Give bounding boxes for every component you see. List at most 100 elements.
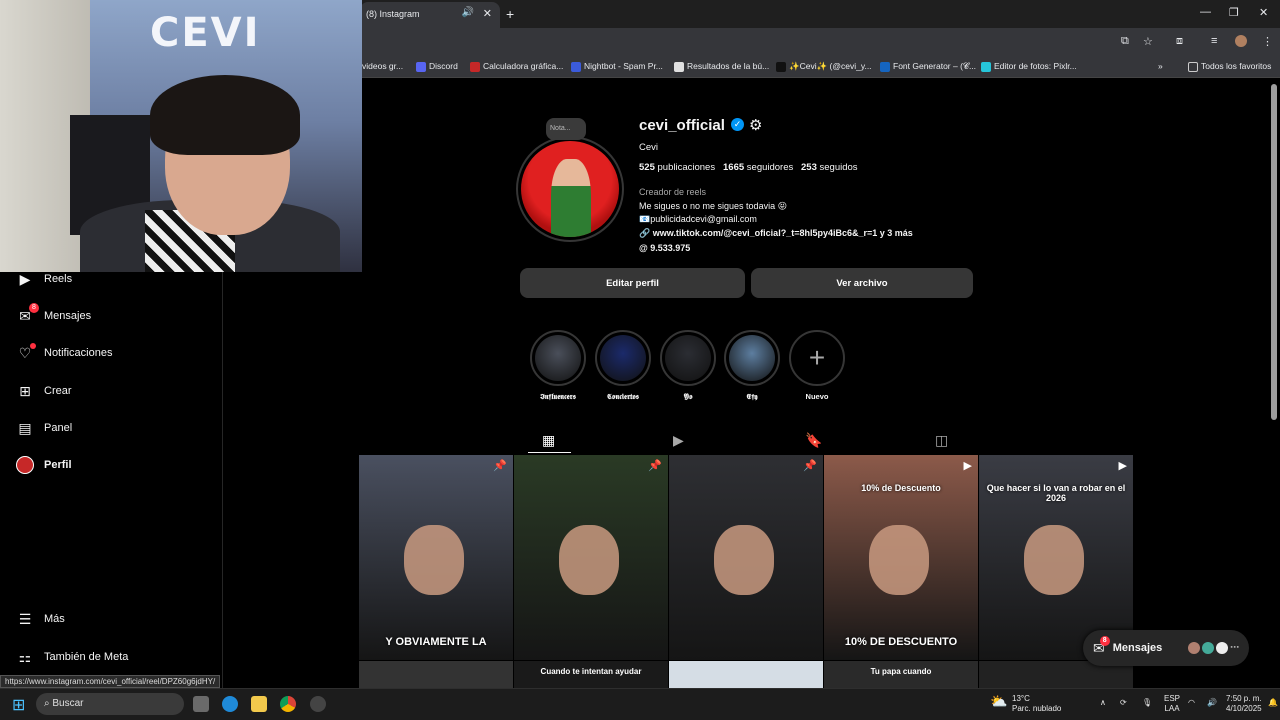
heart-icon: ♡ — [16, 343, 36, 362]
message-avatars: ⋯ — [1188, 642, 1239, 654]
followers-count[interactable]: 1665 seguidores — [723, 162, 793, 173]
tab-reels-icon[interactable]: ▶ — [673, 432, 684, 449]
edge-icon[interactable] — [222, 696, 238, 712]
messages-badge: 8 — [1099, 635, 1110, 646]
avatar-image — [521, 141, 619, 237]
menu-dots-icon[interactable]: ⋮ — [1262, 35, 1273, 48]
nav-item-crear[interactable]: ⊞ Crear — [16, 379, 71, 403]
followers-label: seguidores — [746, 162, 794, 173]
windows-start-icon[interactable]: ⊞ — [12, 695, 25, 715]
close-tab-icon[interactable]: ✕ — [483, 7, 492, 20]
account-avatar-icon[interactable] — [1235, 35, 1247, 47]
post-overlay-text: Que hacer si lo van a robar en el 2026 — [986, 483, 1126, 503]
messages-pill[interactable]: ✉ 8 Mensajes ⋯ — [1083, 630, 1249, 666]
bookmark-item[interactable]: Calculadora gráfica... — [470, 61, 563, 72]
highlight-image — [535, 335, 581, 381]
language-indicator[interactable]: ESP LAA — [1164, 694, 1180, 714]
weather-widget[interactable]: 13°C Parc. nublado — [1012, 694, 1061, 714]
nav-item-m-s[interactable]: ☰ Más — [16, 607, 65, 631]
nav-item-panel[interactable]: ▤ Panel — [16, 416, 72, 440]
profile-avatar[interactable] — [516, 136, 624, 242]
chrome-icon[interactable] — [280, 696, 296, 712]
story-highlight[interactable]: 𝕮𝖔𝖓𝖈𝖎𝖊𝖗𝖙𝖔𝖘 — [595, 330, 651, 402]
nav-item-notificaciones[interactable]: ♡ Notificaciones — [16, 341, 112, 365]
scrollbar[interactable] — [1271, 84, 1277, 420]
obs-icon[interactable] — [310, 696, 326, 712]
close-window-icon[interactable]: ✕ — [1259, 6, 1268, 19]
highlight-cover — [724, 330, 780, 386]
notifications-icon[interactable]: 🔔 — [1268, 698, 1278, 708]
note-bubble[interactable]: Nota... — [546, 118, 586, 140]
posts-label: publicaciones — [657, 162, 716, 173]
tab-tagged-icon[interactable]: ◫ — [935, 432, 948, 449]
post-tile[interactable] — [359, 661, 513, 688]
post-tile[interactable]: 📌 — [669, 455, 823, 660]
post-tile[interactable]: Tu papa cuando — [824, 661, 978, 688]
bookmark-item[interactable]: Resultados de la bú... — [674, 61, 769, 72]
taskbar-search[interactable]: ⌕ Buscar — [36, 693, 184, 715]
microphone-icon[interactable]: 🎙 — [1142, 698, 1152, 708]
view-archive-button[interactable]: Ver archivo — [751, 268, 973, 298]
media-icon[interactable]: ≡ — [1211, 35, 1217, 47]
bookmark-item[interactable]: Discord — [416, 61, 458, 72]
tab-saved-icon[interactable]: 🔖 — [805, 432, 822, 449]
sync-icon[interactable]: ⟳ — [1120, 698, 1127, 708]
maximize-icon[interactable]: ❐ — [1229, 6, 1239, 19]
bookmark-item[interactable]: ✨Cevi✨ (@cevi_y... — [776, 61, 872, 72]
pinned-icon: 📌 — [803, 460, 817, 472]
post-tile[interactable]: 10% de Descuento ▶ 10% DE DESCUENTO — [824, 455, 978, 660]
edit-profile-button[interactable]: Editar perfil — [520, 268, 745, 298]
following-count[interactable]: 253 seguidos — [801, 162, 858, 173]
profile-username: cevi_official — [639, 117, 725, 134]
wifi-icon[interactable]: ◠ — [1188, 698, 1195, 708]
bookmark-item[interactable]: videos gr... — [362, 61, 403, 71]
new-tab-button[interactable]: + — [506, 6, 514, 22]
bookmark-star-icon[interactable]: ☆ — [1143, 35, 1153, 48]
reel-icon: ▶ — [1118, 460, 1127, 472]
volume-icon[interactable]: 🔊 — [1207, 698, 1217, 708]
highlight-label: 𝖄𝖔 — [683, 392, 693, 401]
nav-item-tambi-n-de-meta[interactable]: ⚏ También de Meta — [16, 645, 129, 669]
new-highlight-button[interactable]: + Nuevo — [789, 330, 845, 401]
post-tile[interactable] — [669, 661, 823, 688]
story-highlight[interactable]: 𝖄𝖔 — [660, 330, 716, 402]
bookmark-item[interactable]: Nightbot - Spam Pr... — [571, 61, 663, 72]
status-url: https://www.instagram.com/cevi_official/… — [0, 675, 221, 688]
nav-item-perfil[interactable]: Perfil — [16, 453, 72, 477]
bookmark-favicon-icon — [981, 61, 991, 72]
nav-label: Perfil — [44, 459, 72, 471]
nav-item-mensajes[interactable]: ✉ 8 Mensajes — [16, 303, 91, 328]
minimize-icon[interactable]: — — [1200, 6, 1211, 18]
tab-grid-icon[interactable]: ▦ — [542, 432, 555, 449]
bio-link[interactable]: 🔗 www.tiktok.com/@cevi_oficial?_t=8hl5py… — [639, 228, 913, 239]
bookmarks-overflow-icon[interactable]: » — [1158, 61, 1163, 71]
cast-icon[interactable]: ⧉ — [1121, 35, 1129, 48]
webcam-overlay: CEVI — [0, 0, 362, 272]
taskbar — [0, 688, 1280, 720]
post-caption: Y OBVIAMENTE LA — [385, 636, 487, 648]
post-tile[interactable]: 📌 — [514, 455, 668, 660]
threads-badge[interactable]: @ 9.533.975 — [639, 243, 690, 253]
reel-icon: ▶ — [963, 460, 972, 472]
bio-email: 📧publicidadcevi@gmail.com — [639, 214, 757, 224]
story-highlight[interactable]: 𝕰𝖋𝖞 — [724, 330, 780, 402]
task-view-icon[interactable] — [193, 696, 209, 712]
bookmark-item[interactable]: Font Generator – (𝓒... — [880, 61, 976, 72]
clock[interactable]: 7:50 p. m. 4/10/2025 — [1226, 694, 1262, 714]
file-explorer-icon[interactable] — [251, 696, 267, 712]
post-tile[interactable]: 📌 Y OBVIAMENTE LA — [359, 455, 513, 660]
highlight-label: 𝕴𝖓𝖋𝖑𝖚𝖊𝖓𝖈𝖊𝖗𝖘 — [540, 392, 576, 401]
tray-overflow-icon[interactable]: ∧ — [1100, 698, 1106, 708]
bookmark-favicon-icon — [571, 61, 581, 72]
bookmark-item[interactable]: Editor de fotos: Pixlr... — [981, 61, 1077, 72]
post-thumbnail — [404, 525, 464, 595]
extensions-icon[interactable]: ⧈ — [1176, 35, 1183, 48]
story-highlight[interactable]: 𝕴𝖓𝖋𝖑𝖚𝖊𝖓𝖈𝖊𝖗𝖘 — [530, 330, 586, 402]
all-bookmarks-label: Todos los favoritos — [1201, 61, 1272, 71]
browser-tab[interactable]: (8) Instagram 🔊 ✕ — [360, 2, 500, 28]
weather-desc: Parc. nublado — [1012, 704, 1062, 713]
audio-icon[interactable]: 🔊 — [462, 7, 474, 18]
settings-gear-icon[interactable]: ⚙ — [749, 116, 762, 134]
post-tile[interactable]: Cuando te intentan ayudar — [514, 661, 668, 688]
all-bookmarks-folder[interactable]: Todos los favoritos — [1188, 61, 1271, 72]
